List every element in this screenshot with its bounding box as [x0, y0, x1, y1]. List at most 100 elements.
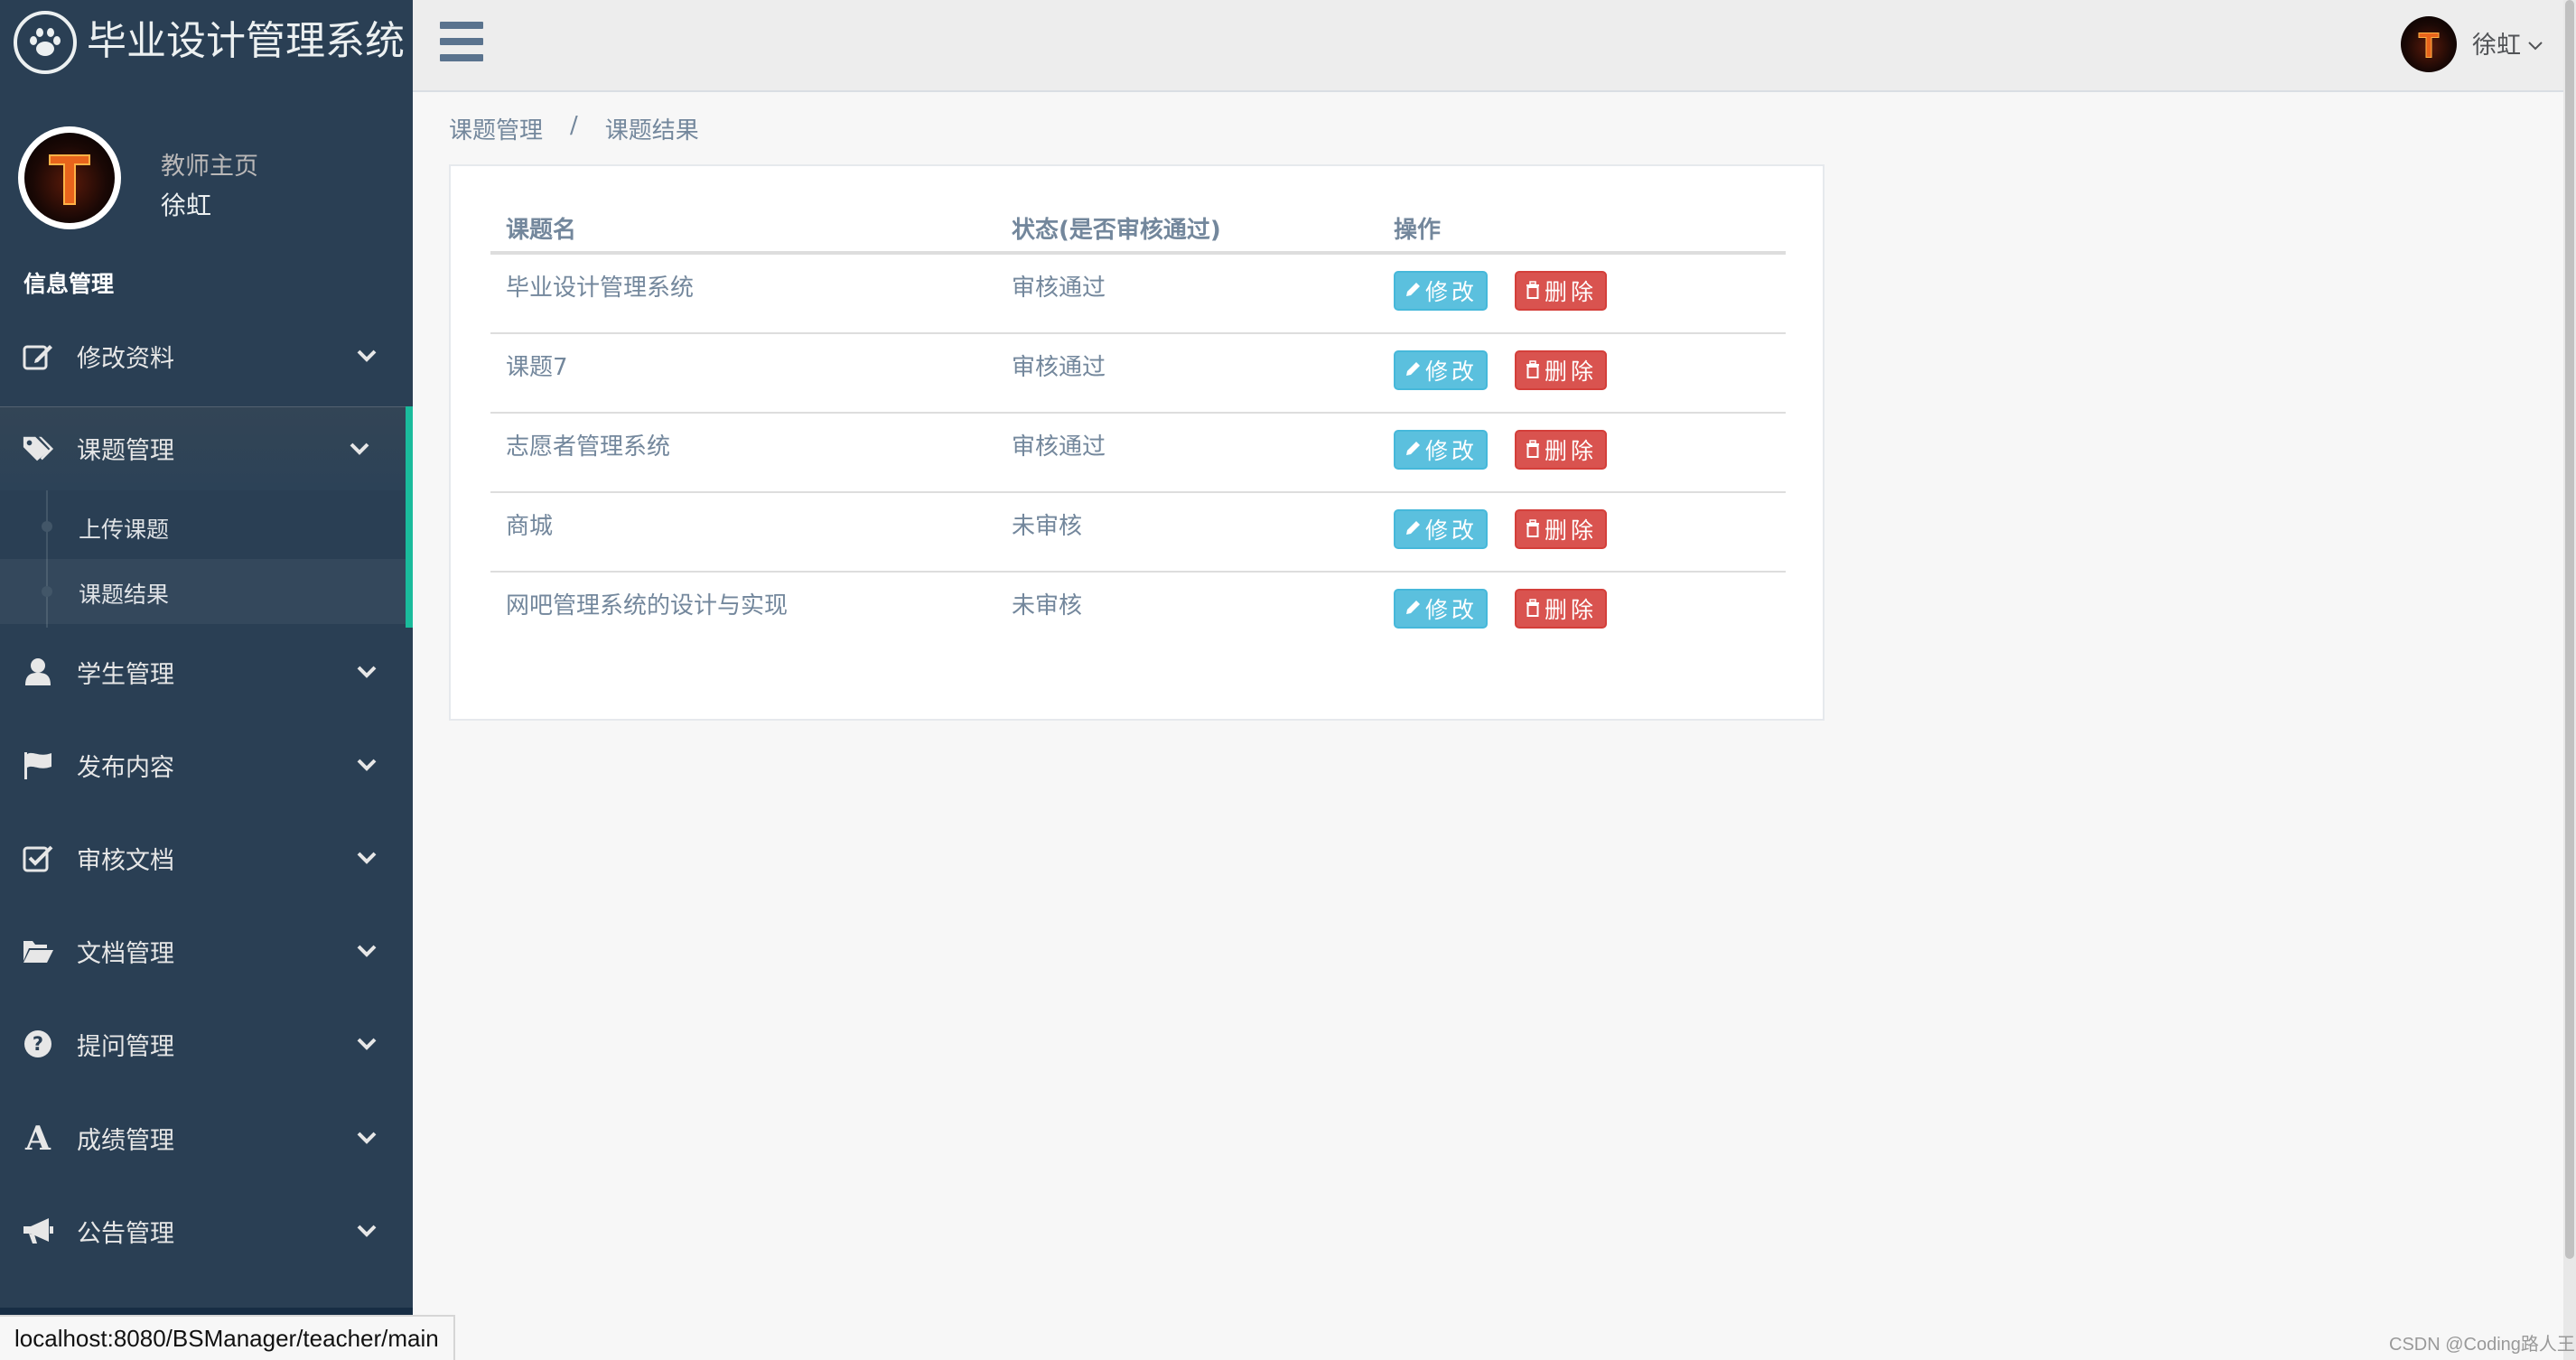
table-row: 商城 未审核 修改 删除 [490, 493, 1786, 573]
sidebar: 毕业设计管理系统 教师主页 徐虹 信息管理 修改资料 课题管理 上传课题 课题结… [0, 0, 413, 1360]
sidebar-item-label: 文档管理 [77, 939, 174, 968]
topic-name: 商城 [506, 513, 554, 540]
sidebar-subitem-topic-results[interactable]: 课题结果 [0, 559, 406, 624]
edit-button[interactable]: 修改 [1394, 509, 1488, 549]
trash-icon [1525, 596, 1541, 622]
pencil-icon [1404, 358, 1422, 384]
topic-status: 未审核 [1012, 513, 1083, 540]
topic-name: 志愿者管理系统 [506, 433, 671, 461]
delete-button[interactable]: 删除 [1515, 350, 1607, 390]
brand[interactable]: 毕业设计管理系统 [0, 0, 413, 83]
scrollbar-thumb[interactable] [2565, 0, 2574, 1259]
edit-button[interactable]: 修改 [1394, 350, 1488, 390]
watermark: CSDN @Coding路人王 [2389, 1335, 2575, 1355]
pencil-icon [1404, 437, 1422, 463]
edit-button[interactable]: 修改 [1394, 271, 1488, 311]
sidebar-item-label: 审核文档 [77, 846, 174, 875]
sidebar-item-student-management[interactable]: 学生管理 [0, 627, 413, 717]
chevron-down-icon [355, 753, 378, 777]
edit-button-label: 修改 [1424, 438, 1478, 464]
topic-name: 毕业设计管理系统 [506, 275, 695, 302]
table-row: 网吧管理系统的设计与实现 未审核 修改 删除 [490, 573, 1786, 652]
paw-icon [14, 11, 77, 74]
profile-name: 徐虹 [161, 191, 212, 220]
pencil-icon [1404, 596, 1422, 622]
topic-submenu: 上传课题 课题结果 [0, 490, 413, 628]
trash-icon [1525, 517, 1541, 543]
delete-button-label: 删除 [1544, 359, 1597, 385]
column-header-status: 状态(是否审核通过) [1012, 217, 1221, 244]
trash-icon [1525, 358, 1541, 384]
topic-status: 未审核 [1012, 592, 1083, 619]
sidebar-item-review-documents[interactable]: 审核文档 [0, 813, 413, 903]
delete-button-label: 删除 [1544, 438, 1597, 464]
sidebar-item-label: 发布内容 [77, 753, 174, 782]
chevron-down-icon [355, 1126, 378, 1150]
profile-greeting: 教师主页 [161, 153, 258, 181]
table-row: 志愿者管理系统 审核通过 修改 删除 [490, 414, 1786, 493]
user-name: 徐虹 [2472, 32, 2521, 60]
check-square-icon [22, 842, 54, 874]
topic-status: 审核通过 [1012, 275, 1106, 302]
edit-button-label: 修改 [1424, 597, 1478, 623]
edit-icon [22, 340, 54, 372]
delete-button[interactable]: 删除 [1515, 271, 1607, 311]
breadcrumb: 课题管理 / 课题结果 [449, 112, 699, 145]
sidebar-item-label: 学生管理 [77, 660, 174, 689]
chevron-down-icon [355, 846, 378, 870]
delete-button[interactable]: 删除 [1515, 430, 1607, 470]
topic-status: 审核通过 [1012, 354, 1106, 381]
menu-toggle-icon[interactable] [440, 22, 483, 61]
pencil-icon [1404, 278, 1422, 304]
profile-avatar [18, 126, 121, 229]
pencil-icon [1404, 517, 1422, 543]
sidebar-item-label: 公告管理 [77, 1219, 174, 1248]
table-row: 课题7 审核通过 修改 删除 [490, 334, 1786, 414]
app-title: 毕业设计管理系统 [87, 18, 405, 64]
column-header-topic: 课题名 [506, 217, 577, 244]
sidebar-item-label: 课题管理 [77, 437, 174, 465]
menu-section-title: 信息管理 [23, 271, 115, 297]
user-avatar[interactable] [2401, 16, 2457, 72]
sidebar-subitem-label: 上传课题 [79, 517, 170, 543]
chevron-down-icon [348, 437, 371, 461]
flag-icon [22, 749, 54, 781]
bullhorn-icon [22, 1215, 54, 1247]
delete-button[interactable]: 删除 [1515, 509, 1607, 549]
breadcrumb-parent[interactable]: 课题管理 [449, 112, 543, 145]
sidebar-item-document-management[interactable]: 文档管理 [0, 906, 413, 996]
topic-status: 审核通过 [1012, 433, 1106, 461]
edit-button-label: 修改 [1424, 279, 1478, 305]
edit-button[interactable]: 修改 [1394, 430, 1488, 470]
sidebar-item-edit-profile[interactable]: 修改资料 [0, 311, 413, 401]
topic-name: 课题7 [506, 354, 568, 381]
browser-status-url: localhost:8080/BSManager/teacher/main [0, 1315, 455, 1360]
chevron-down-icon [355, 344, 378, 368]
edit-button[interactable]: 修改 [1394, 589, 1488, 629]
delete-button-label: 删除 [1544, 279, 1597, 305]
user-menu-toggle[interactable]: 徐虹 [2472, 25, 2543, 61]
table-header: 课题名 状态(是否审核通过) 操作 [490, 202, 1786, 255]
trash-icon [1525, 278, 1541, 304]
sidebar-subitem-upload-topic[interactable]: 上传课题 [0, 494, 406, 559]
svg-text:A: A [24, 1123, 51, 1152]
delete-button-label: 删除 [1544, 597, 1597, 623]
sidebar-item-publish-content[interactable]: 发布内容 [0, 720, 413, 810]
chevron-down-icon [355, 660, 378, 684]
chevron-down-icon [355, 1032, 378, 1056]
chevron-down-icon [2528, 29, 2543, 57]
sidebar-item-label: 提问管理 [77, 1032, 174, 1061]
sidebar-item-grade-management[interactable]: A 成绩管理 [0, 1093, 413, 1183]
sidebar-item-label: 修改资料 [77, 344, 174, 373]
sidebar-item-question-management[interactable]: ? 提问管理 [0, 999, 413, 1089]
sidebar-item-topic-management[interactable]: 课题管理 [0, 406, 413, 490]
folder-open-icon [22, 935, 54, 967]
user-icon [22, 656, 54, 688]
topic-results-panel: 课题名 状态(是否审核通过) 操作 毕业设计管理系统 审核通过 修改 删除 课题… [449, 164, 1825, 721]
delete-button-label: 删除 [1544, 517, 1597, 544]
svg-text:?: ? [33, 1033, 43, 1055]
delete-button[interactable]: 删除 [1515, 589, 1607, 629]
top-navbar: 徐虹 [413, 0, 2576, 92]
sidebar-subitem-label: 课题结果 [79, 582, 170, 608]
sidebar-item-announcement-management[interactable]: 公告管理 [0, 1186, 413, 1276]
